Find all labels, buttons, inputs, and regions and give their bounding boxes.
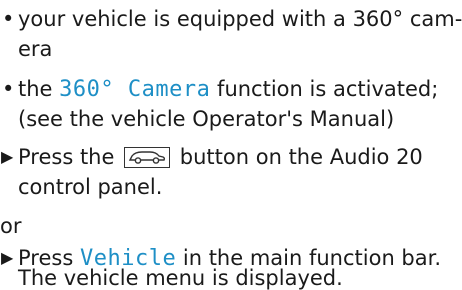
arrow-marker: ▶ [1,248,14,267]
item-text-continuation: era [18,37,53,61]
item-text-pre: the [18,77,53,101]
item-text-continuation: (see the vehicle Operator's Manual) [18,107,395,131]
step-text: Press the button on the Audio 20 [18,142,423,172]
item-text: the 360° Camera function is activated; [18,74,438,105]
item-text: your vehicle is equipped with a 360° cam… [18,7,462,31]
ui-function-label: 360° Camera [59,77,211,102]
or-separator: or [0,214,22,238]
step-text-continuation: control panel. [18,175,163,199]
car-button-icon [124,147,171,168]
item-text-post: function is activated; [217,77,439,101]
arrow-marker: ▶ [1,147,14,166]
bullet-marker: • [2,7,15,31]
bullet-marker: • [2,77,15,101]
car-icon [128,151,166,164]
step-text-pre: Press the [18,145,115,169]
step-text-continuation: The vehicle menu is displayed. [18,266,343,290]
step-text-post: button on the Audio 20 [179,145,423,169]
